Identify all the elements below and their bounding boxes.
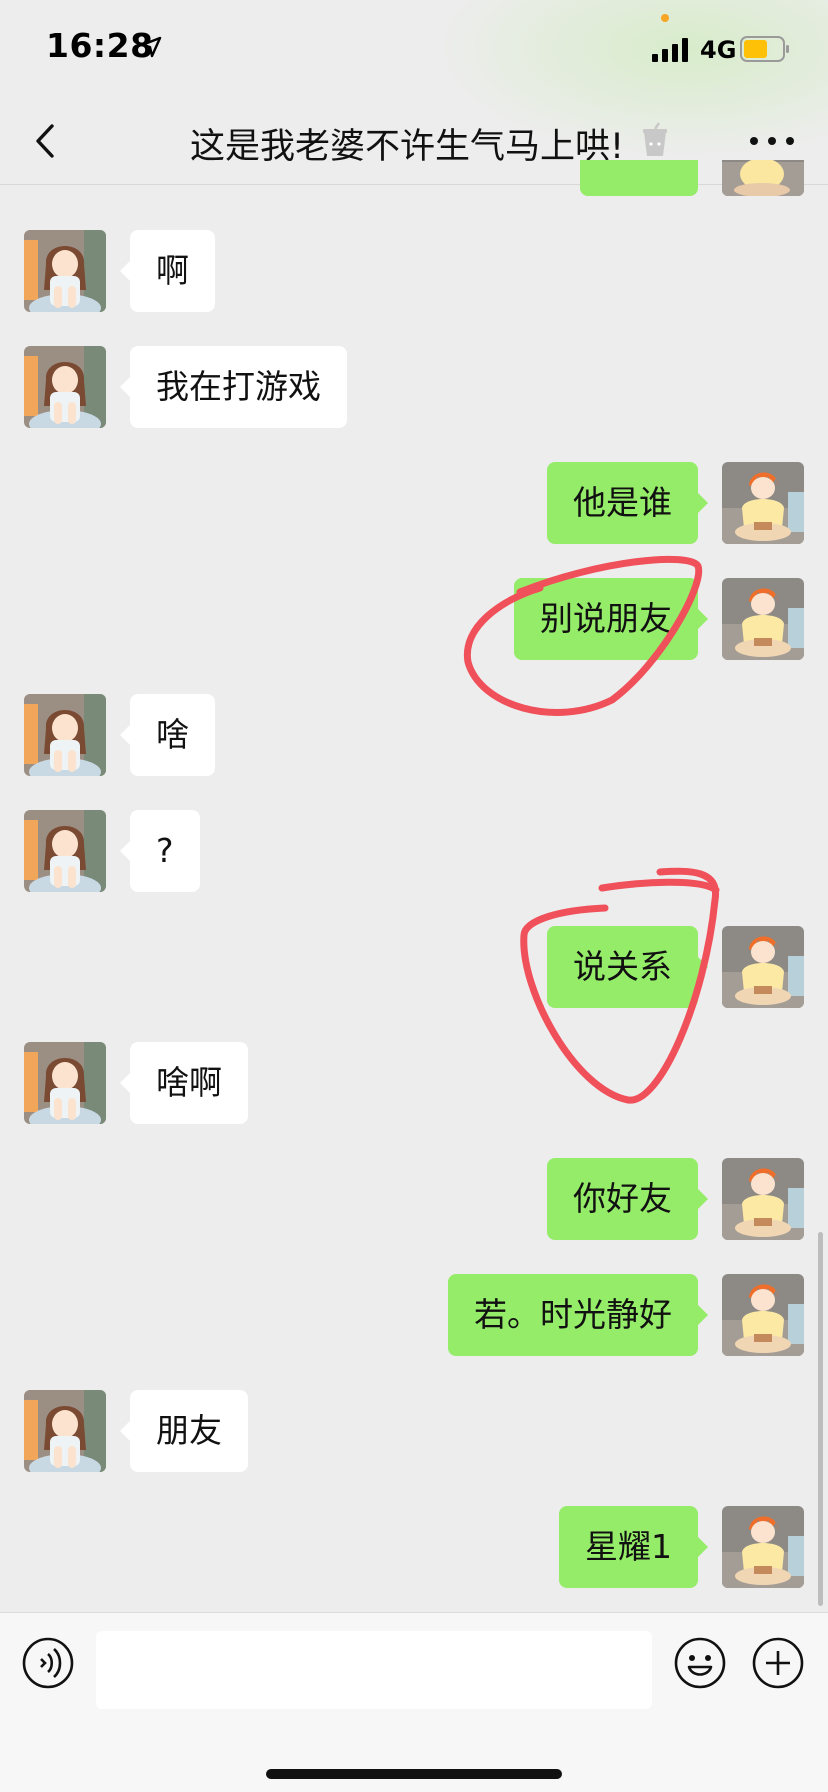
received-message: 啥	[0, 694, 828, 776]
message-bubble[interactable]: ?	[120, 810, 200, 892]
message-bubble[interactable]: 啊	[120, 230, 215, 312]
sent-message: 说关系	[0, 926, 828, 1008]
sent-message: 别说朋友	[0, 578, 828, 660]
received-message: ?	[0, 810, 828, 892]
sent-message: 星耀1	[0, 1506, 828, 1588]
my-avatar[interactable]	[722, 462, 804, 544]
signal-icon	[652, 38, 688, 62]
cup-icon	[643, 122, 667, 156]
contact-avatar[interactable]	[24, 230, 106, 312]
message-bubble[interactable]: 朋友	[120, 1390, 248, 1472]
my-avatar[interactable]	[722, 1506, 804, 1588]
chat-screen: 16:28 4G 这是我老婆不许生气马上哄! 啊 我在打游戏 他是谁 别说朋友 …	[0, 0, 828, 1792]
my-avatar[interactable]	[722, 1158, 804, 1240]
home-indicator	[266, 1769, 562, 1779]
back-button[interactable]	[24, 118, 70, 164]
message-bubble[interactable]: 别说朋友	[514, 578, 708, 660]
location-arrow-icon	[140, 36, 162, 58]
message-bubble[interactable]: 啥啊	[120, 1042, 248, 1124]
message-bubble[interactable]: 啥	[120, 694, 215, 776]
received-message: 我在打游戏	[0, 346, 828, 428]
status-time: 16:28	[46, 26, 154, 65]
message-bubble[interactable]: 你好友	[547, 1158, 708, 1240]
contact-avatar[interactable]	[24, 694, 106, 776]
contact-avatar[interactable]	[24, 1042, 106, 1124]
message-bubble[interactable]: 我在打游戏	[120, 346, 347, 428]
message-bubble[interactable]: 星耀1	[559, 1506, 708, 1588]
my-avatar[interactable]	[722, 926, 804, 1008]
message-bubble[interactable]: 他是谁	[547, 462, 708, 544]
partial-message-bubble	[580, 160, 698, 196]
more-button[interactable]	[744, 126, 800, 156]
plus-button[interactable]	[752, 1637, 804, 1689]
contact-avatar[interactable]	[24, 346, 106, 428]
privacy-dot	[661, 14, 669, 22]
message-input[interactable]	[96, 1631, 652, 1709]
contact-avatar[interactable]	[24, 810, 106, 892]
network-label: 4G	[700, 36, 737, 64]
emoji-button[interactable]	[674, 1637, 726, 1689]
chat-title: 这是我老婆不许生气马上哄!	[190, 127, 625, 167]
received-message: 啊	[0, 230, 828, 312]
scrollbar[interactable]	[818, 1232, 823, 1606]
status-bar: 16:28 4G	[0, 0, 828, 160]
message-bubble[interactable]: 若。时光静好	[448, 1274, 708, 1356]
sent-message: 若。时光静好	[0, 1274, 828, 1356]
nav-bar: 这是我老婆不许生气马上哄!	[0, 100, 828, 185]
sent-message: 他是谁	[0, 462, 828, 544]
message-bubble[interactable]: 说关系	[547, 926, 708, 1008]
input-bar	[0, 1612, 828, 1792]
sent-message: 你好友	[0, 1158, 828, 1240]
voice-button[interactable]	[22, 1637, 74, 1689]
received-message: 朋友	[0, 1390, 828, 1472]
partial-avatar	[722, 160, 804, 196]
contact-avatar[interactable]	[24, 1390, 106, 1472]
my-avatar[interactable]	[722, 578, 804, 660]
received-message: 啥啊	[0, 1042, 828, 1124]
battery-icon	[740, 36, 789, 62]
my-avatar[interactable]	[722, 1274, 804, 1356]
